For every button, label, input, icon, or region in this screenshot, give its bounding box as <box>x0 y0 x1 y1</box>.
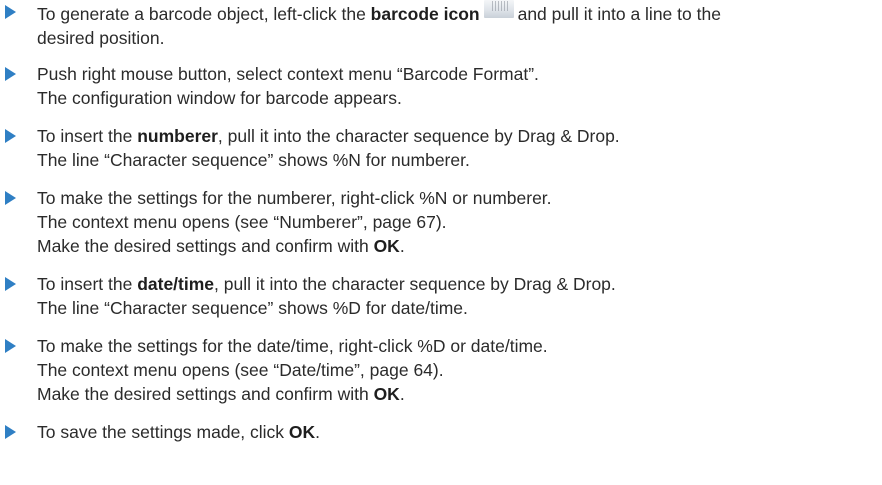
text-line: To generate a barcode object, left-click… <box>37 0 877 26</box>
list-item-text: To insert the date/time, pull it into th… <box>37 272 877 320</box>
bullet-arrow-icon <box>5 67 16 81</box>
text-line: To insert the date/time, pull it into th… <box>37 274 616 294</box>
list-item-text: To insert the numberer, pull it into the… <box>37 124 877 172</box>
bullet-arrow-icon <box>5 129 16 143</box>
text-line: To save the settings made, click OK. <box>37 422 321 442</box>
text-line: The configuration window for barcode app… <box>37 88 402 108</box>
bold-term: OK <box>373 236 400 256</box>
bullet-arrow-icon <box>5 277 16 291</box>
text-line: Make the desired settings and confirm wi… <box>37 384 405 404</box>
bullet-arrow-icon <box>5 339 16 353</box>
bold-term: date/time <box>137 274 215 294</box>
text-line: The line “Character sequence” shows %N f… <box>37 150 470 170</box>
list-item-text: To make the settings for the numberer, r… <box>37 186 877 258</box>
text-line: To make the settings for the numberer, r… <box>37 188 552 208</box>
bold-term: OK <box>288 422 316 442</box>
bullet-arrow-icon <box>5 191 16 205</box>
bullet-arrow-icon <box>5 425 16 439</box>
list-item-text: To save the settings made, click OK. <box>37 420 877 444</box>
text-line: Make the desired settings and confirm wi… <box>37 236 405 256</box>
text-line: desired position. <box>37 28 165 48</box>
barcode-icon <box>483 0 514 18</box>
list-item-text: To generate a barcode object, left-click… <box>37 0 877 50</box>
bold-term: OK <box>373 384 400 404</box>
bullet-arrow-icon <box>5 5 16 19</box>
text-line: Push right mouse button, select context … <box>37 64 539 84</box>
text-line: The context menu opens (see “Date/time”,… <box>37 360 444 380</box>
list-item-text: To make the settings for the date/time, … <box>37 334 877 406</box>
bold-term: numberer <box>137 126 218 146</box>
list-item-text: Push right mouse button, select context … <box>37 62 877 110</box>
text-line: The line “Character sequence” shows %D f… <box>37 298 468 318</box>
text-line: To insert the numberer, pull it into the… <box>37 126 620 146</box>
bold-term: barcode icon <box>370 4 480 24</box>
text-line: To make the settings for the date/time, … <box>37 336 548 356</box>
text-line: The context menu opens (see “Numberer”, … <box>37 212 447 232</box>
